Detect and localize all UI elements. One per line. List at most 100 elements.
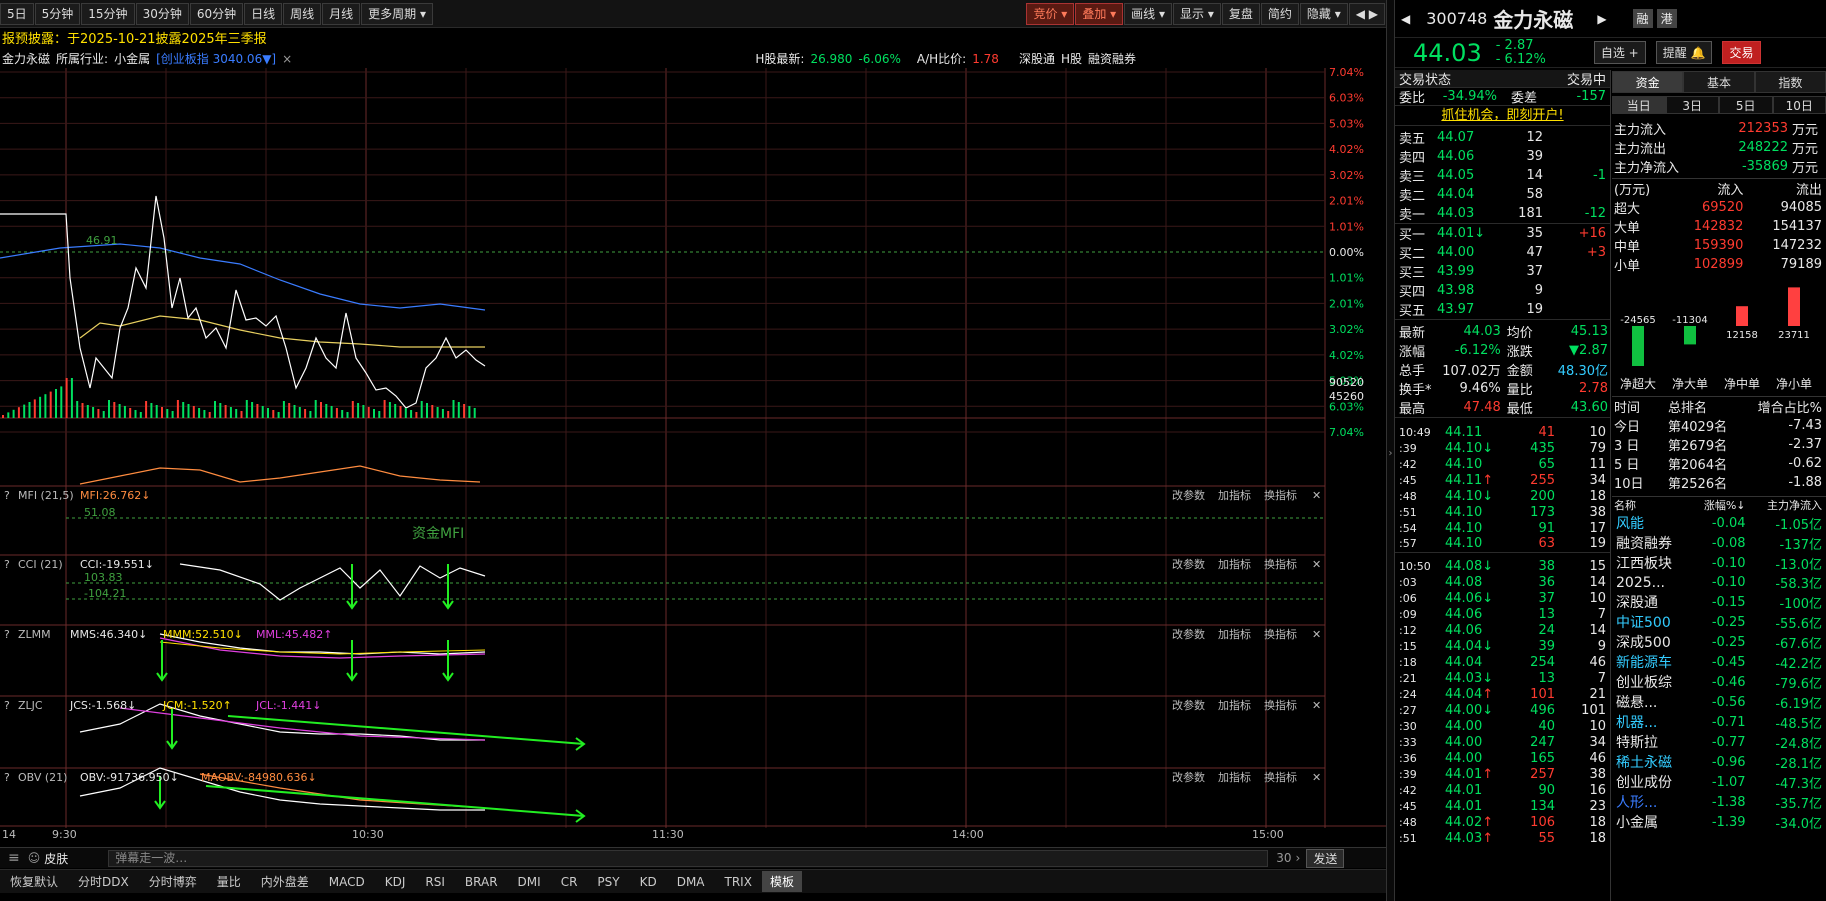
sector-name[interactable]: 2025... xyxy=(1612,573,1690,592)
nav-arrows-icon[interactable]: ◀ ▶ xyxy=(1348,2,1385,25)
sector-header-cell[interactable]: 主力净流入 xyxy=(1750,497,1826,514)
indicator-tab-13[interactable]: DMA xyxy=(667,875,715,889)
sector-name[interactable]: 人形... xyxy=(1612,792,1690,812)
indicator-tab-5[interactable]: MACD xyxy=(319,875,375,889)
fund-tab-0[interactable]: 资金 xyxy=(1612,71,1684,93)
sector-name[interactable]: 深股通 xyxy=(1612,592,1690,612)
close-icon[interactable]: × xyxy=(282,50,292,68)
sector-name[interactable]: 中证500 xyxy=(1612,612,1690,632)
sector-name[interactable]: 创业板综 xyxy=(1612,672,1690,692)
panel-tool-button[interactable]: 加指标 xyxy=(1218,770,1251,784)
sector-name[interactable]: 特斯拉 xyxy=(1612,732,1690,752)
indicator-tab-2[interactable]: 分时博弈 xyxy=(139,873,207,890)
period-button-4[interactable]: 60分钟 xyxy=(189,2,244,25)
indicator-tab-9[interactable]: DMI xyxy=(508,875,551,889)
sector-header-cell[interactable]: 名称 xyxy=(1612,497,1690,514)
tool-button-2[interactable]: 画线 ▾ xyxy=(1124,2,1172,25)
period-tab-1[interactable]: 3日 xyxy=(1665,96,1719,114)
sector-row[interactable]: 人形... -1.38 -35.7亿 xyxy=(1612,792,1826,812)
book-row[interactable]: 卖四 44.06 39 xyxy=(1395,147,1610,166)
period-button-3[interactable]: 30分钟 xyxy=(135,2,189,25)
sector-row[interactable]: 江西板块 -0.10 -13.0亿 xyxy=(1612,553,1826,573)
sector-row[interactable]: 稀土永磁 -0.96 -28.1亿 xyxy=(1612,752,1826,772)
danmaku-input[interactable]: 弹幕走一波… xyxy=(108,849,1269,867)
period-tab-3[interactable]: 10日 xyxy=(1772,96,1826,114)
book-row[interactable]: 买五 43.97 19 xyxy=(1395,300,1610,320)
indicator-tab-6[interactable]: KDJ xyxy=(375,875,416,889)
panel-tool-button[interactable]: 改参数 xyxy=(1172,698,1205,712)
sector-name[interactable]: 稀土永磁 xyxy=(1612,752,1690,772)
period-button-7[interactable]: 月线 xyxy=(322,2,361,25)
sector-row[interactable]: 创业板综 -0.46 -79.6亿 xyxy=(1612,672,1826,692)
index-tag[interactable]: [创业板指 3040.06▼] xyxy=(156,50,276,68)
chevron-icon[interactable]: › xyxy=(1296,851,1301,865)
sector-row[interactable]: 磁悬... -0.56 -6.19亿 xyxy=(1612,692,1826,712)
fund-tab-2[interactable]: 指数 xyxy=(1754,71,1826,93)
sector-row[interactable]: 机器... -0.71 -48.5亿 xyxy=(1612,712,1826,732)
indicator-tab-0[interactable]: 恢复默认 xyxy=(0,873,68,890)
tool-button-6[interactable]: 隐藏 ▾ xyxy=(1299,2,1348,25)
indicator-tab-7[interactable]: RSI xyxy=(415,875,455,889)
book-row[interactable]: 买三 43.99 37 xyxy=(1395,262,1610,281)
alert-button[interactable]: 提醒 🔔 xyxy=(1655,41,1713,64)
sector-row[interactable]: 新能源车 -0.45 -42.2亿 xyxy=(1612,652,1826,672)
indicator-tab-14[interactable]: TRIX xyxy=(715,875,762,889)
indicator-tab-15[interactable]: 模板 xyxy=(761,871,802,892)
panel-close-icon[interactable]: ✕ xyxy=(1312,558,1321,571)
panel-tool-button[interactable]: 加指标 xyxy=(1218,557,1251,571)
panel-help-icon[interactable]: ? xyxy=(4,628,10,641)
sector-row[interactable]: 2025... -0.10 -58.3亿 xyxy=(1612,573,1826,593)
tool-button-0[interactable]: 竞价 ▾ xyxy=(1026,2,1075,25)
book-row[interactable]: 买一 44.01↓ 35 +16 xyxy=(1395,224,1610,243)
panel-tool-button[interactable]: 改参数 xyxy=(1172,770,1205,784)
sector-name[interactable]: 江西板块 xyxy=(1612,553,1690,573)
sector-row[interactable]: 深成500 -0.25 -67.6亿 xyxy=(1612,632,1826,652)
menu-icon[interactable]: ≡ xyxy=(0,850,28,866)
period-button-8[interactable]: 更多周期 ▾ xyxy=(361,2,434,25)
panel-tool-button[interactable]: 换指标 xyxy=(1264,488,1297,502)
add-watchlist-button[interactable]: 自选 + xyxy=(1593,41,1646,64)
tool-button-3[interactable]: 显示 ▾ xyxy=(1173,2,1221,25)
send-button[interactable]: 发送 xyxy=(1306,848,1345,868)
skin-icon[interactable]: ☺ xyxy=(28,851,41,865)
tool-button-1[interactable]: 叠加 ▾ xyxy=(1075,2,1124,25)
tool-button-5[interactable]: 简约 xyxy=(1260,2,1299,25)
indicator-tab-3[interactable]: 量比 xyxy=(207,873,251,890)
indicator-tab-12[interactable]: KD xyxy=(630,875,667,889)
indicator-tab-4[interactable]: 内外盘差 xyxy=(251,873,319,890)
panel-tool-button[interactable]: 改参数 xyxy=(1172,557,1205,571)
link-hshare[interactable]: H股 xyxy=(1061,50,1082,68)
indicator-tab-1[interactable]: 分时DDX xyxy=(68,873,139,890)
panel-help-icon[interactable]: ? xyxy=(4,771,10,784)
sector-header-cell[interactable]: 涨幅%↓ xyxy=(1690,497,1750,514)
panel-splitter[interactable]: › xyxy=(1386,0,1395,901)
trade-button[interactable]: 交易 xyxy=(1722,41,1761,64)
sector-name[interactable]: 新能源车 xyxy=(1612,652,1690,672)
book-row[interactable]: 卖一 44.03 181 -12 xyxy=(1395,204,1610,224)
panel-close-icon[interactable]: ✕ xyxy=(1312,628,1321,641)
sector-row[interactable]: 创业成份 -1.07 -47.3亿 xyxy=(1612,772,1826,792)
period-tab-2[interactable]: 5日 xyxy=(1719,96,1773,114)
sector-name[interactable]: 风能 xyxy=(1612,513,1690,533)
panel-tool-button[interactable]: 改参数 xyxy=(1172,627,1205,641)
sector-name[interactable]: 机器... xyxy=(1612,712,1690,732)
sector-row[interactable]: 特斯拉 -0.77 -24.8亿 xyxy=(1612,732,1826,752)
book-row[interactable]: 买四 43.98 9 xyxy=(1395,281,1610,300)
panel-close-icon[interactable]: ✕ xyxy=(1312,699,1321,712)
link-margin[interactable]: 融资融券 xyxy=(1088,50,1136,68)
panel-tool-button[interactable]: 换指标 xyxy=(1264,698,1297,712)
sector-row[interactable]: 小金属 -1.39 -34.0亿 xyxy=(1612,812,1826,832)
collapse-icon[interactable]: › xyxy=(1387,448,1394,459)
book-row[interactable]: 卖五 44.07 12 xyxy=(1395,128,1610,147)
panel-tool-button[interactable]: 换指标 xyxy=(1264,770,1297,784)
sector-name[interactable]: 融资融券 xyxy=(1612,533,1690,553)
next-stock-icon[interactable]: ▶ xyxy=(1597,12,1606,26)
indicator-tab-8[interactable]: BRAR xyxy=(455,875,508,889)
sector-name[interactable]: 小金属 xyxy=(1612,812,1690,832)
sector-row[interactable]: 风能 -0.04 -1.05亿 xyxy=(1612,513,1826,533)
link-sgt[interactable]: 深股通 xyxy=(1019,50,1055,68)
open-account-link[interactable]: 抓住机会，即刻开户! xyxy=(1441,108,1563,123)
sector-name[interactable]: 创业成份 xyxy=(1612,772,1690,792)
indicator-tab-10[interactable]: CR xyxy=(551,875,588,889)
sector-row[interactable]: 深股通 -0.15 -100亿 xyxy=(1612,592,1826,612)
